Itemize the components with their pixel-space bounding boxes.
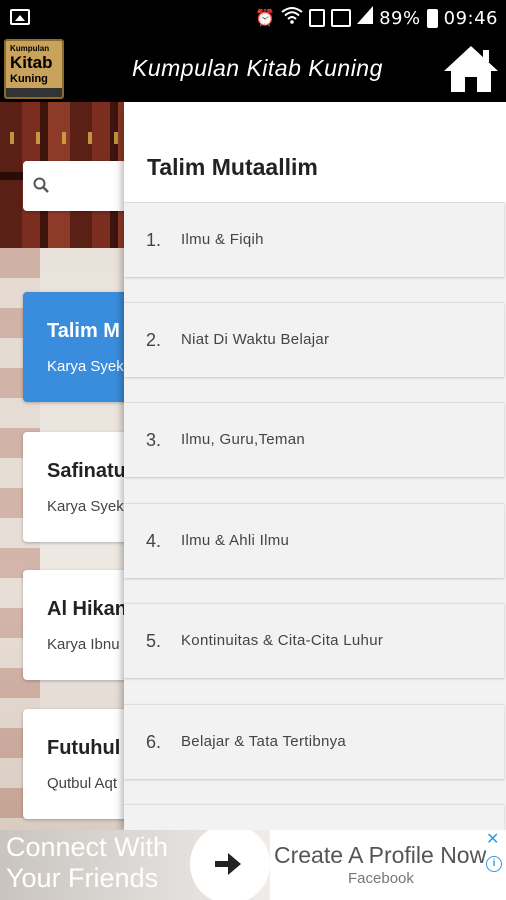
info-icon[interactable]: i — [486, 856, 502, 872]
alarm-icon: ⏰ — [255, 8, 276, 27]
signal-icon — [331, 9, 352, 27]
clock: 09:46 — [443, 7, 498, 29]
app-title: Kumpulan Kitab Kuning — [132, 55, 383, 81]
chapter-item-6[interactable]: 6. Belajar & Tata Tertibnya — [124, 704, 504, 779]
ad-headline: Create A Profile Now — [274, 842, 487, 868]
chapter-number: 3. — [146, 430, 162, 450]
logo-line-1: Kumpulan — [10, 44, 50, 53]
chapter-item-5[interactable]: 5. Kontinuitas & Cita-Cita Luhur — [124, 603, 504, 678]
book-title: Futuhul — [47, 737, 121, 759]
app-bar: Kumpulan Kitab Kuning Kumpulan Kitab Kun… — [0, 36, 506, 102]
drawer-title: Talim Mutaallim — [147, 154, 318, 180]
chapter-item-7[interactable] — [124, 804, 504, 830]
chapter-label: Niat Di Waktu Belajar — [181, 331, 330, 348]
book-author: Qutbul Aqt — [47, 775, 118, 792]
chapter-item-4[interactable]: 4. Ilmu & Ahli Ilmu — [124, 503, 504, 578]
chapter-number: 5. — [146, 631, 162, 651]
sim-icon — [309, 9, 326, 27]
book-author: Karya Syek — [47, 498, 124, 515]
logo-line-2: Kitab — [10, 53, 53, 72]
logo-band — [6, 88, 62, 97]
home-button[interactable] — [442, 44, 500, 94]
chapter-number: 1. — [146, 230, 162, 250]
chapter-number: 2. — [146, 330, 162, 350]
arrow-right-icon — [215, 853, 241, 875]
search-icon — [33, 177, 49, 193]
chapter-label: Belajar & Tata Tertibnya — [181, 733, 347, 750]
ad-tagline-2: Your Friends — [6, 863, 159, 893]
battery-percent: 89% — [379, 7, 421, 29]
book-title: Talim M — [47, 320, 120, 342]
chapter-number: 4. — [146, 531, 162, 551]
home-icon — [444, 46, 498, 92]
battery-icon — [426, 8, 438, 28]
close-icon[interactable]: ✕ — [486, 832, 502, 848]
chapter-item-2[interactable]: 2. Niat Di Waktu Belajar — [124, 302, 504, 377]
logo-line-3: Kuning — [10, 73, 48, 85]
app-logo: Kumpulan Kitab Kuning — [4, 39, 64, 99]
wifi-icon — [281, 6, 303, 30]
book-author: Karya Syek — [47, 358, 124, 375]
book-author: Karya Ibnu — [47, 636, 120, 653]
ad-advertiser: Facebook — [348, 870, 414, 887]
book-title: Safinatu — [47, 460, 126, 482]
chapter-item-3[interactable]: 3. Ilmu, Guru,Teman — [124, 402, 504, 477]
status-bar: ⏰ 89% 09:46 — [0, 0, 506, 36]
image-icon — [10, 9, 30, 25]
chapter-drawer: Talim Mutaallim 1. Ilmu & Fiqih 2. Niat … — [124, 102, 506, 830]
chapter-label: Ilmu & Fiqih — [181, 231, 264, 248]
chapter-item-1[interactable]: 1. Ilmu & Fiqih — [124, 202, 504, 277]
chapter-number: 6. — [146, 732, 162, 752]
signal-bars-icon — [357, 6, 374, 30]
chapter-label: Kontinuitas & Cita-Cita Luhur — [181, 632, 384, 649]
book-title: Al Hikan — [47, 598, 128, 620]
ad-tagline-1: Connect With — [6, 832, 169, 862]
drawer-header: Talim Mutaallim — [124, 102, 506, 202]
chapter-label: Ilmu & Ahli Ilmu — [181, 532, 290, 549]
ad-banner[interactable]: Connect With Your Friends Create A Profi… — [0, 830, 506, 900]
chapter-label: Ilmu, Guru,Teman — [181, 431, 306, 448]
